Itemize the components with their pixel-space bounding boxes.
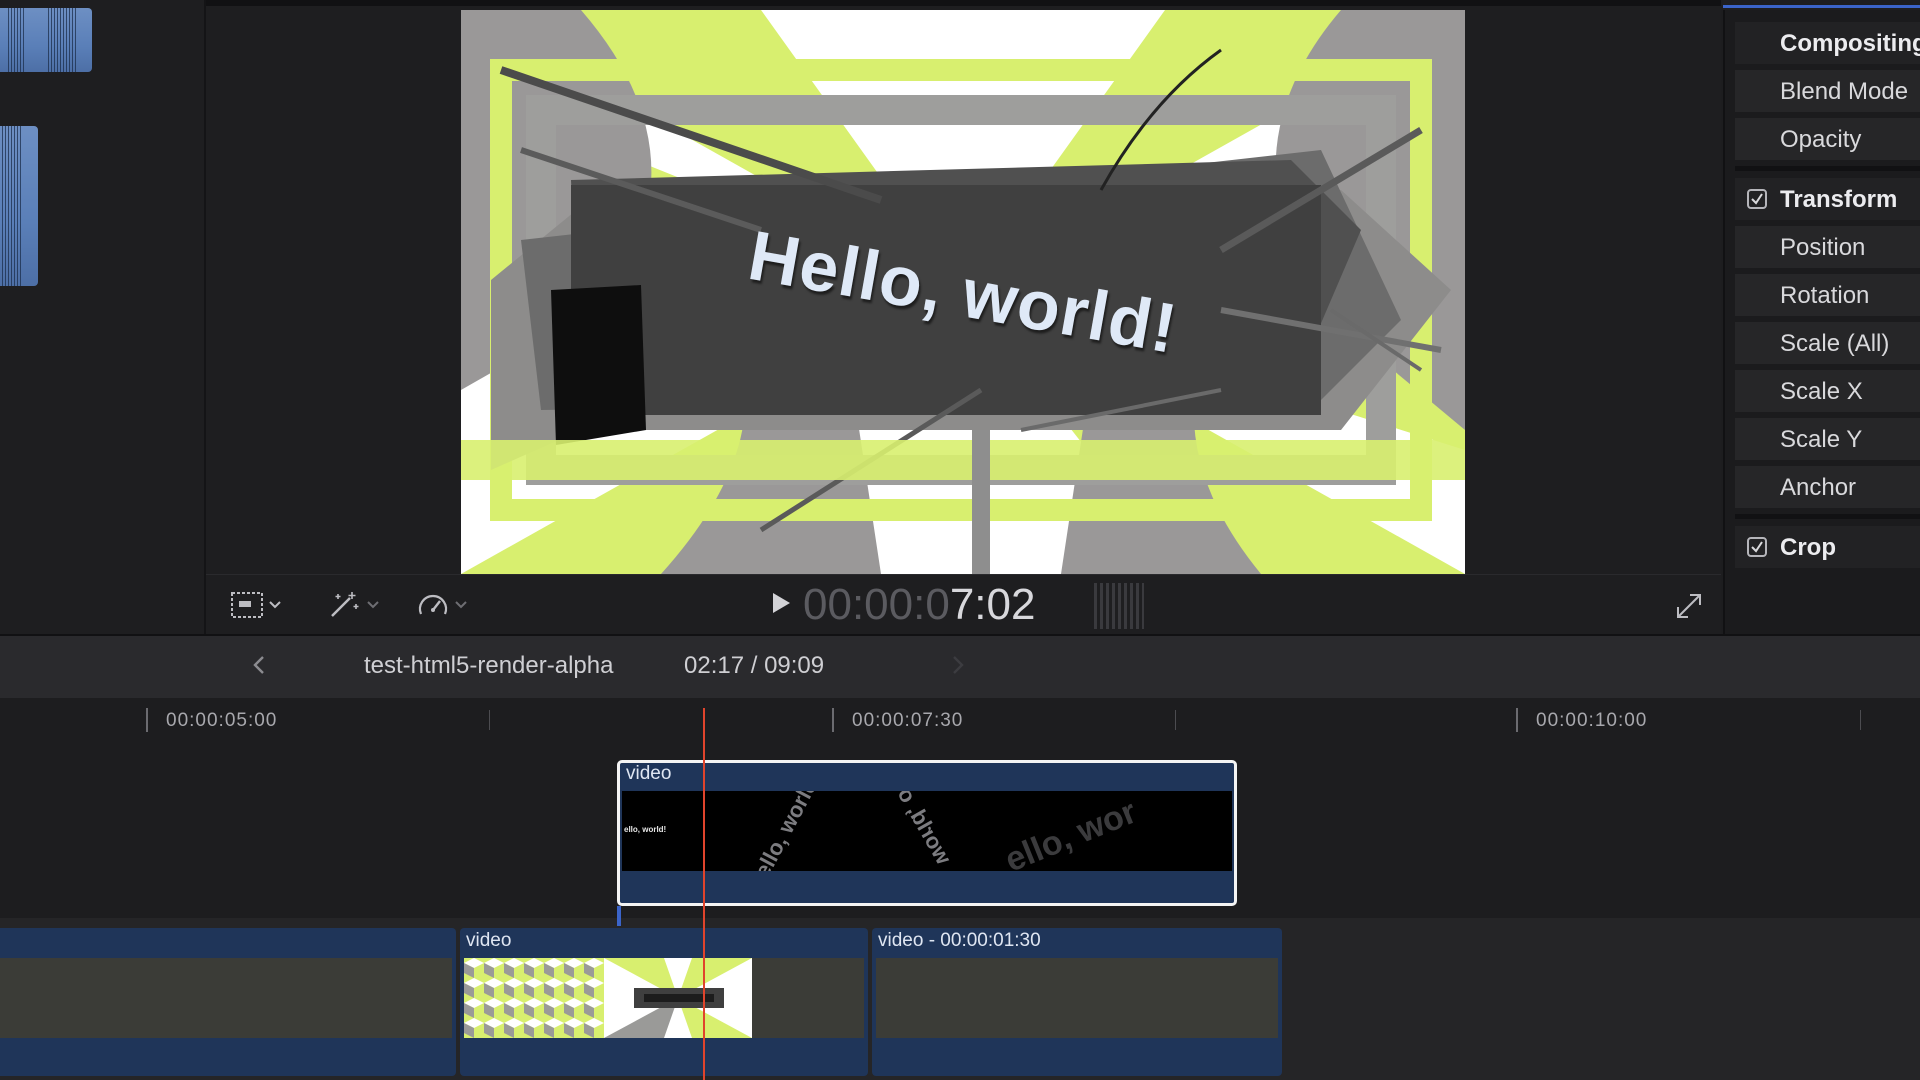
- checkbox-icon[interactable]: [1747, 189, 1767, 209]
- speed-gauge-icon: [416, 590, 450, 620]
- ruler-tick: [489, 710, 490, 730]
- inspector-row-label: Scale X: [1780, 378, 1863, 405]
- inspector-row-label: Blend Mode: [1780, 78, 1909, 105]
- chevron-right-icon: [951, 654, 965, 681]
- clip-label: video: [626, 763, 672, 784]
- ruler-tick: [1175, 710, 1176, 730]
- inspector-row-label: Scale (All): [1780, 330, 1890, 357]
- clip-filmstrip: [876, 958, 1278, 1038]
- viewer-canvas[interactable]: Hello, world!: [461, 10, 1465, 574]
- transform-tool-button[interactable]: [230, 589, 282, 621]
- inspector-row-label: Crop: [1780, 534, 1836, 561]
- timeline-header: test-html5-render-alpha 02:17 / 09:09: [0, 634, 1920, 700]
- play-button[interactable]: [766, 589, 796, 621]
- clip-thumb-text: ello, wor: [999, 792, 1142, 871]
- inspector-section-crop[interactable]: Crop: [1735, 526, 1920, 570]
- inspector-row-label: Anchor: [1780, 474, 1857, 501]
- fullscreen-button[interactable]: [1674, 591, 1704, 621]
- timeline-clip[interactable]: video - 00:00:01:30: [872, 928, 1282, 1076]
- timecode-active-digits: 7:02: [949, 580, 1036, 629]
- inspector-row-label: Position: [1780, 234, 1866, 261]
- inspector-param-position[interactable]: Position: [1735, 226, 1920, 270]
- inspector-section-transform[interactable]: Transform: [1735, 178, 1920, 222]
- viewer-toolbar: 00:00:07:02: [206, 574, 1721, 635]
- ruler-tick: [1516, 708, 1518, 732]
- chevron-down-icon: [268, 600, 282, 610]
- timeline-clip[interactable]: [0, 928, 456, 1076]
- inspector-param-blend-mode[interactable]: Blend Mode: [1735, 70, 1920, 114]
- project-duration: 02:17 / 09:09: [684, 652, 825, 679]
- inspector-row-label: Transform: [1780, 186, 1898, 213]
- play-icon: [770, 591, 792, 620]
- clip-filmstrip: [0, 958, 452, 1038]
- chevron-left-icon: [252, 654, 266, 681]
- audio-clip-thumbnail[interactable]: [0, 8, 92, 72]
- inspector-param-rotation[interactable]: Rotation: [1735, 274, 1920, 318]
- inspector-param-scale-all[interactable]: Scale (All): [1735, 322, 1920, 366]
- inspector-tab-indicator: [1723, 0, 1920, 10]
- viewer-top-border: [206, 0, 1721, 6]
- checkbox-icon[interactable]: [1747, 537, 1767, 557]
- clip-thumbnail-frames: [464, 958, 752, 1038]
- ruler-label: 00:00:10:00: [1536, 710, 1648, 731]
- inspector-row-label: Rotation: [1780, 282, 1870, 309]
- ruler-label: 00:00:07:30: [852, 710, 964, 731]
- audio-meter-mini[interactable]: [1094, 583, 1144, 629]
- ruler-tick: [146, 708, 148, 732]
- timeline-clip[interactable]: video: [460, 928, 868, 1076]
- clip-label: video - 00:00:01:30: [878, 930, 1041, 951]
- clip-thumb-text: ello, world: [749, 791, 823, 871]
- ruler-tick: [832, 708, 834, 732]
- transform-tool-icon: [230, 590, 264, 620]
- clip-label: video: [466, 930, 512, 951]
- inspector-section-compositing[interactable]: Compositing: [1735, 22, 1920, 66]
- inspector-row-label: Opacity: [1780, 126, 1862, 153]
- enhancements-button[interactable]: [328, 589, 380, 621]
- timeline-clip-selected[interactable]: video ello, world! ello, world world, o …: [617, 760, 1237, 906]
- audio-clip-thumbnail[interactable]: [0, 126, 38, 286]
- project-name: test-html5-render-alpha: [364, 652, 614, 679]
- inspector-divider: [1735, 514, 1920, 519]
- inspector-divider: [1735, 166, 1920, 171]
- inspector-param-opacity[interactable]: Opacity: [1735, 118, 1920, 162]
- timecode-display[interactable]: 00:00:07:02: [803, 583, 1035, 627]
- inspector-row-label: Compositing: [1780, 30, 1920, 57]
- clip-thumb-text: world, o: [892, 791, 957, 869]
- inspector-row-label: Scale Y: [1780, 426, 1863, 453]
- clip-connection-line: [617, 906, 621, 926]
- timeline-history-forward-button[interactable]: [943, 650, 973, 684]
- fullscreen-icon: [1674, 594, 1704, 625]
- clip-filmstrip: [464, 958, 864, 1038]
- timecode-leading-digits: 00:00:0: [803, 580, 950, 629]
- magic-wand-icon: [328, 590, 362, 620]
- timeline-history-back-button[interactable]: [244, 650, 274, 684]
- inspector-param-anchor[interactable]: Anchor: [1735, 466, 1920, 510]
- retime-button[interactable]: [416, 589, 468, 621]
- ruler-tick: [1860, 710, 1861, 730]
- chevron-down-icon: [366, 600, 380, 610]
- chevron-down-icon: [454, 600, 468, 610]
- clip-filmstrip: ello, world! ello, world world, o ello, …: [622, 791, 1232, 871]
- timeline-ruler[interactable]: 00:00:05:00 00:00:07:30 00:00:10:00: [0, 698, 1920, 740]
- playhead[interactable]: [703, 708, 705, 1080]
- inspector-param-scale-y[interactable]: Scale Y: [1735, 418, 1920, 462]
- inspector-param-scale-x[interactable]: Scale X: [1735, 370, 1920, 414]
- browser-panel: [0, 0, 206, 634]
- ruler-label: 00:00:05:00: [166, 710, 278, 731]
- clip-thumb-text: ello, world!: [624, 825, 667, 834]
